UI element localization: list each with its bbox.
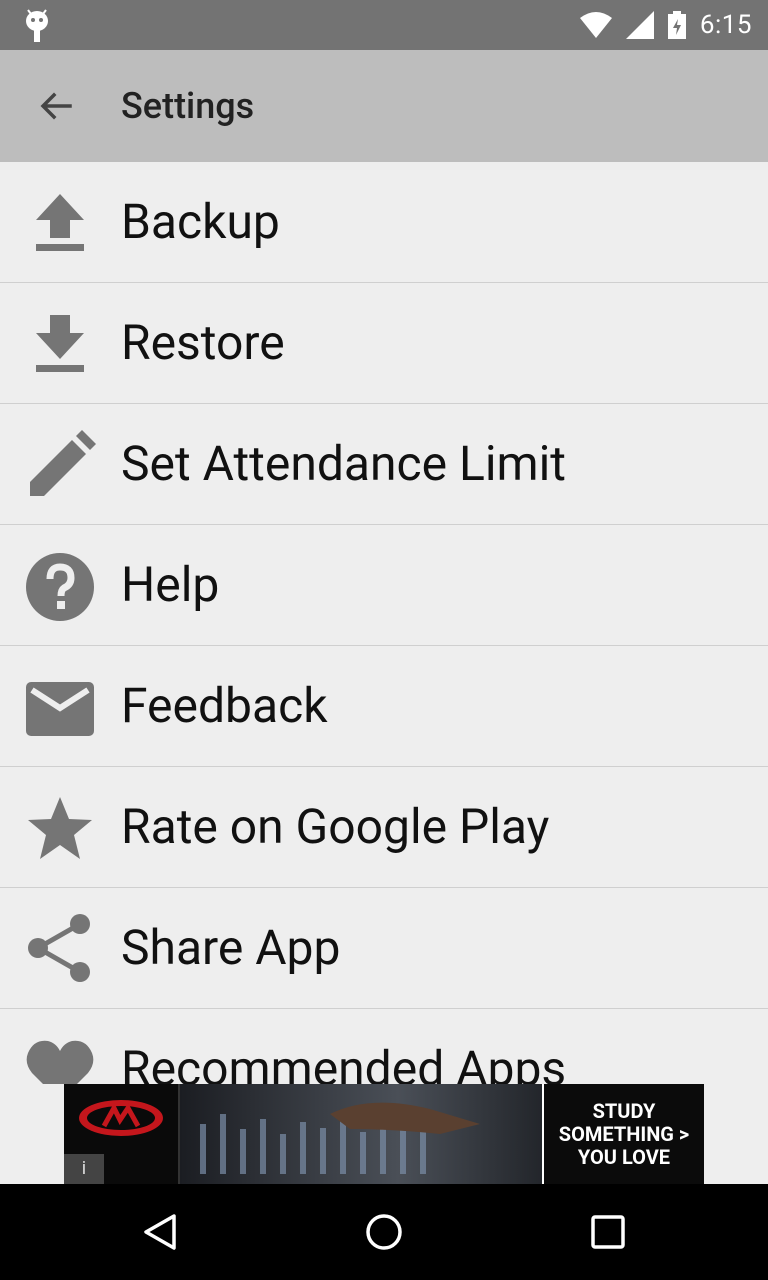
ad-banner[interactable]: i STUDY SOMETHING > YOU LOVE bbox=[64, 1084, 704, 1184]
mixing-console-image bbox=[200, 1102, 480, 1174]
ad-logo: i bbox=[64, 1084, 180, 1184]
status-bar: 6:15 bbox=[0, 0, 768, 50]
upload-icon bbox=[36, 194, 84, 251]
ad-cta-line2: SOMETHING > bbox=[558, 1121, 690, 1146]
settings-item-label: Share App bbox=[121, 919, 341, 976]
settings-item-label: Backup bbox=[121, 193, 280, 250]
home-nav-icon[interactable] bbox=[364, 1212, 404, 1252]
settings-item-attendance-limit[interactable]: Set Attendance Limit bbox=[0, 404, 768, 525]
settings-item-backup[interactable]: Backup bbox=[0, 162, 768, 283]
settings-item-feedback[interactable]: Feedback bbox=[0, 646, 768, 767]
page-title: Settings bbox=[121, 85, 255, 127]
settings-item-label: Rate on Google Play bbox=[121, 798, 550, 855]
download-icon bbox=[36, 315, 84, 372]
ad-cta-line1: STUDY bbox=[592, 1098, 656, 1123]
settings-item-rate[interactable]: Rate on Google Play bbox=[0, 767, 768, 888]
settings-item-label: Feedback bbox=[121, 677, 328, 734]
ad-logo-mark bbox=[79, 1100, 163, 1136]
battery-icon bbox=[667, 11, 686, 39]
wifi-icon bbox=[579, 12, 612, 38]
arrow-back-icon[interactable] bbox=[34, 84, 78, 128]
ad-cta-line3: YOU LOVE bbox=[577, 1144, 671, 1169]
android-icon bbox=[26, 9, 48, 42]
signal-icon bbox=[625, 11, 654, 39]
settings-item-share[interactable]: Share App bbox=[0, 888, 768, 1009]
clock: 6:15 bbox=[699, 10, 752, 40]
pencil-icon bbox=[30, 430, 96, 496]
back-nav-icon[interactable] bbox=[140, 1212, 180, 1252]
navigation-bar bbox=[0, 1184, 768, 1280]
ad-cta[interactable]: STUDY SOMETHING > YOU LOVE bbox=[542, 1084, 704, 1184]
share-icon bbox=[28, 914, 90, 982]
settings-item-help[interactable]: Help bbox=[0, 525, 768, 646]
settings-item-restore[interactable]: Restore bbox=[0, 283, 768, 404]
star-icon bbox=[28, 797, 92, 859]
settings-list: Backup Restore Set Attendance Limit Help… bbox=[0, 162, 768, 1084]
settings-item-label: Recommended Apps bbox=[121, 1040, 567, 1084]
mail-icon bbox=[26, 682, 94, 736]
recents-nav-icon[interactable] bbox=[588, 1212, 628, 1252]
settings-item-label: Set Attendance Limit bbox=[121, 435, 567, 492]
toolbar: Settings bbox=[0, 50, 768, 162]
settings-item-label: Restore bbox=[121, 314, 285, 371]
help-icon bbox=[26, 553, 94, 621]
heart-icon bbox=[26, 1040, 94, 1084]
settings-item-recommended[interactable]: Recommended Apps bbox=[0, 1009, 768, 1084]
settings-item-label: Help bbox=[121, 556, 220, 613]
info-icon[interactable]: i bbox=[64, 1154, 104, 1184]
ad-image bbox=[180, 1084, 544, 1184]
